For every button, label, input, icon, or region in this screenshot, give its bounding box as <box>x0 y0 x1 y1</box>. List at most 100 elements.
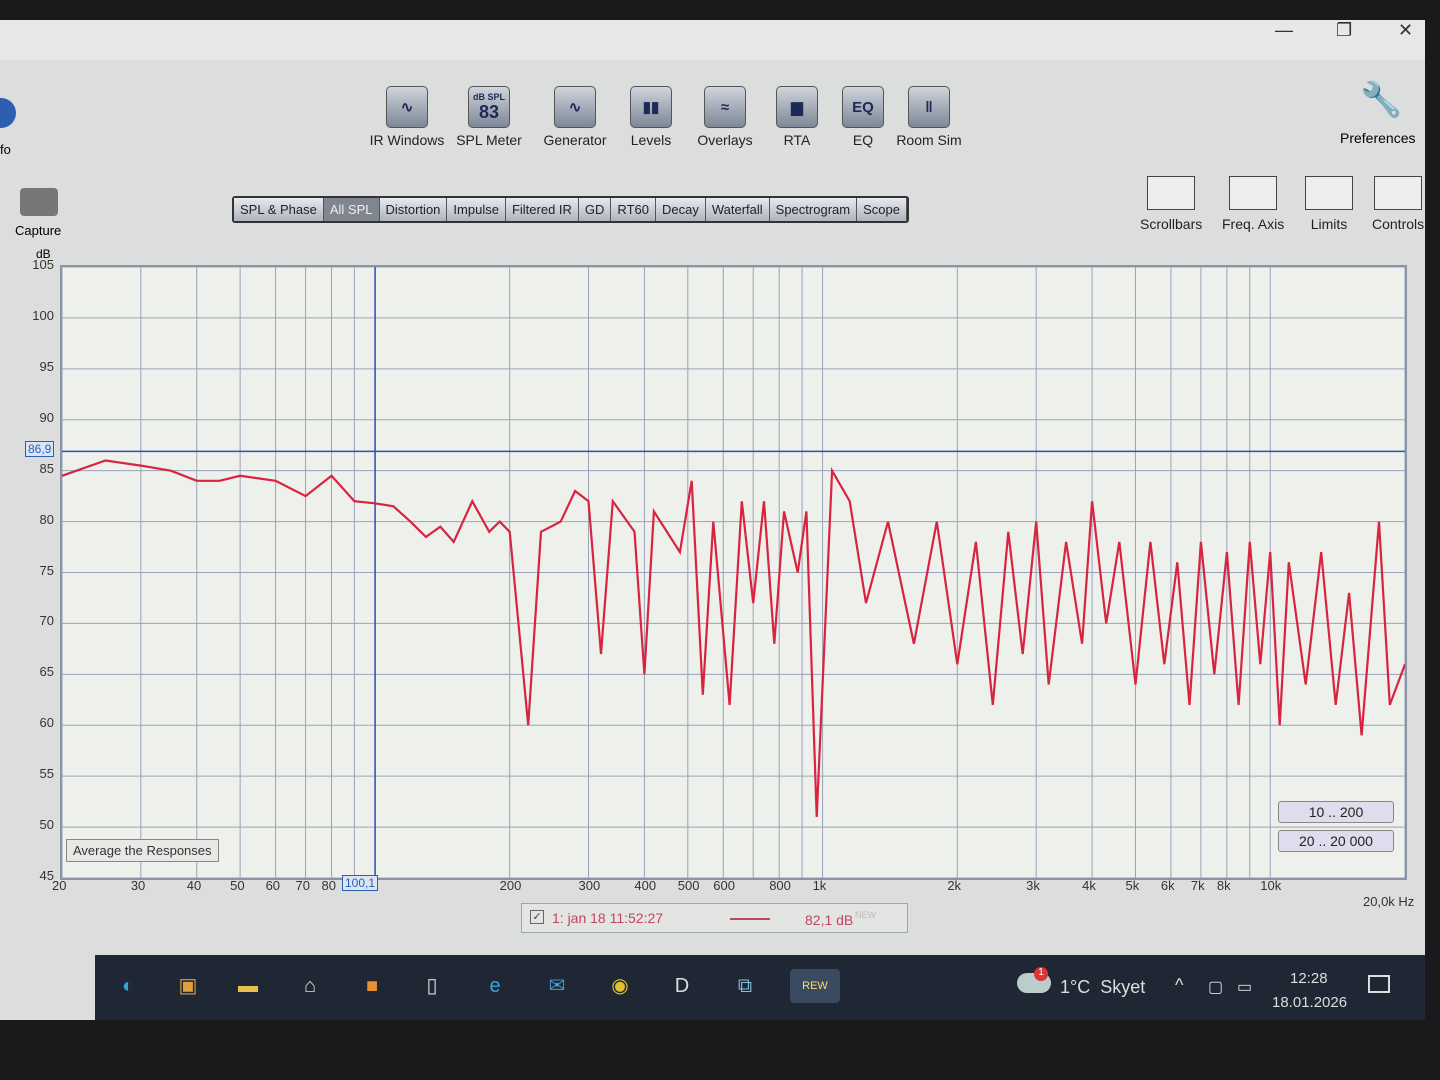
app-icon[interactable]: ■ <box>355 969 389 1003</box>
x-tick-label: 60 <box>265 878 281 893</box>
range-20-20000-button[interactable]: 20 .. 20 000 <box>1278 830 1394 852</box>
legend: ✓ 1: jan 18 11:52:27 82,1 dB NEW <box>521 903 908 933</box>
edge-icon[interactable]: ◐ <box>111 969 145 1003</box>
tool-scrollbars[interactable]: Scrollbars <box>1140 176 1202 232</box>
x-tick-label: 6k <box>1160 878 1175 893</box>
tab-spectrogram[interactable]: Spectrogram <box>769 198 858 221</box>
y-tick-label: 65 <box>39 664 54 680</box>
scrollbars-icon <box>1147 176 1196 210</box>
chevron-up-icon[interactable]: ^ <box>1175 975 1183 996</box>
network-app-icon[interactable]: ⧉ <box>728 969 762 1003</box>
taskbar: ◐ ▣ ▬ ⌂ ■ ▯ e ✉ ◉ D ⧉ REW 1 1°C Skyet ^ … <box>95 955 1425 1020</box>
dolby-icon[interactable]: D <box>665 969 699 1003</box>
rta-icon: ▆ <box>776 86 818 128</box>
freq-axis-icon <box>1229 176 1278 210</box>
clock-time[interactable]: 12:28 <box>1290 970 1328 987</box>
legend-line-swatch <box>730 918 770 920</box>
minimize-button[interactable]: — <box>1275 20 1293 41</box>
eq-icon: EQ <box>842 86 884 128</box>
home-icon[interactable]: ⌂ <box>293 969 327 1003</box>
clock-date[interactable]: 18.01.2026 <box>1272 994 1347 1011</box>
legend-tag: NEW <box>855 910 876 920</box>
weather-text[interactable]: 1°C Skyet <box>1060 977 1145 998</box>
y-tick-label: 80 <box>39 511 54 527</box>
x-tick-label: 40 <box>186 878 202 893</box>
y-tick-label: 50 <box>39 817 54 833</box>
tool-label: Limits <box>1310 216 1348 232</box>
x-tick-label: 600 <box>713 878 735 893</box>
legend-checkbox[interactable]: ✓ <box>530 910 544 924</box>
info-icon[interactable] <box>0 98 16 128</box>
preferences-label[interactable]: Preferences <box>1340 130 1415 146</box>
battery-icon[interactable]: ▭ <box>1237 977 1252 997</box>
tool-room-sim[interactable]: ‖ Room Sim <box>884 86 974 148</box>
tab-filtered-ir[interactable]: Filtered IR <box>505 198 579 221</box>
tab-scope[interactable]: Scope <box>857 198 907 221</box>
x-tick-label: 30 <box>130 878 146 893</box>
meet-now-icon[interactable]: ▢ <box>1208 977 1223 997</box>
x-tick-label: 300 <box>578 878 601 893</box>
tool-label: Freq. Axis <box>1222 216 1285 232</box>
y-tick-label: 105 <box>32 257 54 272</box>
average-responses-button[interactable]: Average the Responses <box>66 839 219 862</box>
wrench-icon[interactable]: 🔧 <box>1360 80 1402 120</box>
cursor-x-readout: 100,1 <box>342 875 379 891</box>
icon-glyph: ▆ <box>791 98 803 116</box>
x-tick-label: 400 <box>634 878 657 893</box>
tool-label: EQ <box>852 132 874 148</box>
x-tick-label: 8k <box>1216 878 1231 893</box>
limits-icon <box>1305 176 1353 210</box>
tab-spl-phase[interactable]: SPL & Phase <box>234 198 324 221</box>
x-tick-label: 50 <box>230 878 245 893</box>
tool-spl-meter[interactable]: dB SPL 83 SPL Meter <box>444 86 534 148</box>
y-tick-label: 45 <box>39 868 54 883</box>
icon-glyph: 83 <box>478 102 500 122</box>
tool-label: IR Windows <box>369 132 445 148</box>
tool-freq-axis[interactable]: Freq. Axis <box>1222 176 1284 232</box>
tab-distortion[interactable]: Distortion <box>379 198 448 221</box>
tab-impulse[interactable]: Impulse <box>447 198 506 221</box>
rew-window: — ❐ ✕ fo Capture ∿ IR Windows dB SPL 83 SPL … <box>0 20 1425 1020</box>
document-icon[interactable]: ▯ <box>415 969 449 1003</box>
internet-explorer-icon[interactable]: e <box>478 969 512 1003</box>
tab-decay[interactable]: Decay <box>655 198 706 221</box>
x-tick-label: 80 <box>321 878 336 893</box>
x-tick-label: 5k <box>1125 878 1140 893</box>
chrome-icon[interactable]: ◉ <box>603 969 637 1003</box>
room-sim-icon: ‖ <box>908 86 950 128</box>
graph-area[interactable]: Average the Responses <box>60 265 1407 880</box>
legend-value: 82,1 dB <box>805 912 854 928</box>
title-bar: — ❐ ✕ <box>0 20 1425 60</box>
rew-taskbar-icon[interactable]: REW <box>790 969 840 1003</box>
tool-limits[interactable]: Limits <box>1305 176 1353 232</box>
y-tick-label: 60 <box>39 715 54 731</box>
capture-label: Capture <box>15 223 62 238</box>
store-icon[interactable]: ▣ <box>171 969 205 1003</box>
restore-button[interactable]: ❐ <box>1336 20 1352 41</box>
tool-label: Levels <box>630 132 672 148</box>
tab-waterfall[interactable]: Waterfall <box>705 198 770 221</box>
tool-controls[interactable]: Controls <box>1372 176 1424 232</box>
tool-ir-windows[interactable]: ∿ IR Windows <box>362 86 452 148</box>
x-tick-label: 200 <box>499 878 522 893</box>
x-tick-label: 10k <box>1260 878 1282 893</box>
tool-label: Room Sim <box>896 132 962 148</box>
info-label: fo <box>0 142 11 157</box>
tab-gd[interactable]: GD <box>578 198 612 221</box>
y-tick-label: 75 <box>39 562 54 578</box>
range-10-200-button[interactable]: 10 .. 200 <box>1278 801 1394 823</box>
spl-chart <box>61 266 1407 879</box>
tab-all-spl[interactable]: All SPL <box>323 198 380 221</box>
notifications-icon[interactable] <box>1368 975 1390 993</box>
y-tick-label: 95 <box>39 358 54 374</box>
mail-icon[interactable]: ✉ <box>540 969 574 1003</box>
tab-rt60[interactable]: RT60 <box>611 198 656 221</box>
file-explorer-icon[interactable]: ▬ <box>231 969 265 1003</box>
x-tick-label: 2k <box>947 878 962 893</box>
tool-label: RTA <box>783 132 811 148</box>
y-tick-label: 55 <box>39 766 54 782</box>
close-button[interactable]: ✕ <box>1398 20 1413 41</box>
tool-label: SPL Meter <box>456 132 522 148</box>
controls-icon <box>1374 176 1423 210</box>
camera-icon[interactable] <box>20 188 58 216</box>
